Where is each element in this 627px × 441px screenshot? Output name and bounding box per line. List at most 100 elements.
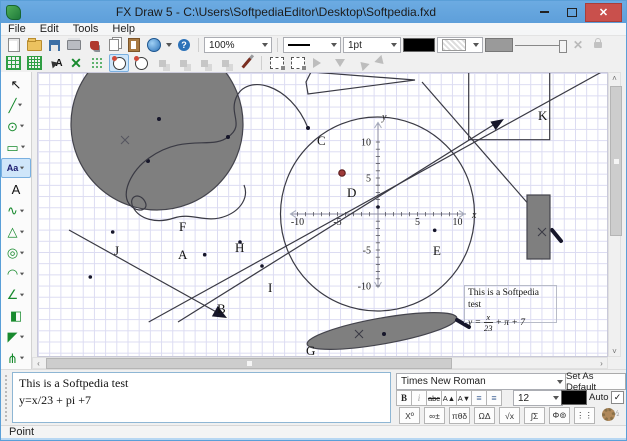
grid-toggle-button[interactable] [4, 55, 22, 71]
gray-ellipse-shape[interactable] [305, 305, 459, 356]
save-button[interactable] [45, 37, 63, 53]
clear-all-button[interactable]: ✕ [67, 55, 85, 71]
auto-size-checkbox[interactable]: ✓ [611, 391, 624, 404]
tool-angle[interactable]: ∠ [1, 285, 31, 305]
web-export-button[interactable] [145, 37, 163, 53]
text-color-swatch[interactable] [561, 390, 587, 405]
scroll-right-button[interactable]: › [596, 358, 607, 368]
drawing-canvas[interactable]: -10 -5 5 10 10 5 -5 -10 x y A B C D E F … [37, 72, 608, 357]
matrix-button[interactable]: ⋮⋮ [574, 407, 595, 424]
point-mode-button-selected[interactable] [109, 54, 129, 72]
vertical-scrollbar[interactable]: ˄ ˅ [608, 72, 622, 357]
tool-equation-text-selected[interactable]: Aa [1, 158, 31, 179]
vertical-scroll-thumb[interactable] [610, 86, 622, 236]
tool-conic[interactable]: ◎ [1, 243, 31, 263]
bold-button[interactable]: B [396, 390, 412, 406]
menu-help[interactable]: Help [105, 23, 142, 35]
format-stamp-button[interactable] [85, 37, 103, 53]
scroll-left-button[interactable]: ‹ [33, 358, 44, 368]
horizontal-scrollbar[interactable]: ‹ › [32, 357, 608, 369]
point-label-d[interactable]: D [347, 185, 356, 200]
zoom-select[interactable]: 100% [204, 37, 272, 53]
menu-tools[interactable]: Tools [66, 23, 106, 35]
font-family-select[interactable]: Times New Roman [396, 373, 567, 390]
set-as-default-button[interactable]: Set As Default [565, 371, 626, 393]
red-point[interactable] [338, 169, 346, 177]
tool-curve[interactable]: ∿ [1, 200, 31, 220]
root-symbol-button[interactable]: √x [499, 407, 520, 424]
paste-button[interactable] [125, 37, 143, 53]
jb-line[interactable] [68, 229, 221, 315]
symbols-button[interactable]: ΩΔ [474, 407, 495, 424]
auto-label-button[interactable]: A [46, 55, 64, 71]
maximize-button[interactable] [558, 3, 585, 22]
point-label-i[interactable]: I [268, 280, 272, 295]
line-end-hook[interactable] [550, 228, 563, 243]
tool-text[interactable]: A [1, 179, 31, 199]
gray-rectangle-shape[interactable] [526, 194, 551, 260]
menu-file[interactable]: File [1, 23, 33, 35]
fill-pattern-select[interactable] [437, 37, 483, 53]
operators-symbol-button[interactable]: ∞± [424, 407, 445, 424]
tool-circle[interactable]: ⊙ [1, 116, 31, 136]
calculus-symbol-button[interactable]: ∫Σ [524, 407, 545, 424]
pen-width-select[interactable]: 1pt [343, 37, 401, 53]
canvas-equation-box[interactable]: This is a Softpedia test y = x 23 + π + … [464, 285, 557, 332]
special-symbol-button[interactable]: Φ⊚ [549, 407, 570, 424]
help-button[interactable]: ? [175, 37, 193, 53]
copy-button[interactable] [105, 37, 123, 53]
point[interactable] [382, 332, 386, 336]
point-label-c[interactable]: C [317, 133, 326, 148]
font-size-select[interactable]: 12 [513, 390, 563, 406]
italic-button[interactable]: i [411, 390, 427, 406]
line-style-select[interactable] [283, 37, 341, 53]
circle-center-point[interactable] [157, 117, 161, 121]
web-export-dropdown[interactable] [165, 37, 173, 53]
line-spacing-button-1[interactable]: ≡ [471, 390, 487, 406]
point[interactable] [260, 264, 264, 268]
point[interactable] [88, 275, 93, 279]
angle-mode-button[interactable] [132, 55, 150, 71]
slider-handle[interactable] [559, 39, 567, 53]
dart-polygon[interactable] [305, 73, 416, 95]
close-button[interactable]: ✕ [585, 2, 622, 22]
equation-text-input[interactable]: This is a Softpedia test y=x/23 + pi +7 [12, 372, 391, 423]
panel-grip[interactable] [4, 374, 9, 421]
tool-dynamic-figure[interactable]: ⋔ [1, 348, 31, 368]
tool-rectangle[interactable]: ▭ [1, 137, 31, 157]
pen-color-swatch[interactable] [403, 38, 435, 52]
point[interactable] [226, 135, 230, 139]
strikethrough-button[interactable]: abc [426, 390, 442, 406]
point[interactable] [376, 205, 380, 209]
scroll-down-button[interactable]: ˅ [609, 346, 620, 356]
point[interactable] [306, 126, 310, 130]
exponent-symbol-button[interactable]: Xº [399, 407, 420, 424]
point[interactable] [202, 252, 207, 257]
new-file-button[interactable] [5, 37, 23, 53]
point-label-e[interactable]: E [433, 243, 441, 258]
horizontal-scroll-thumb[interactable] [46, 357, 452, 369]
point-label-a[interactable]: A [178, 247, 188, 262]
increase-font-button[interactable]: A▲ [441, 390, 457, 406]
select-region-button[interactable] [268, 55, 286, 71]
point-label-f[interactable]: F [179, 219, 186, 234]
point[interactable] [110, 230, 115, 234]
point-label-h[interactable]: H [235, 240, 244, 255]
line-spacing-button-2[interactable]: ≡ [486, 390, 502, 406]
k-rectangle[interactable] [468, 73, 551, 141]
scroll-up-button[interactable]: ˄ [609, 73, 620, 83]
tool-vector[interactable]: ◤ [1, 327, 31, 347]
point-label-b[interactable]: B [217, 301, 226, 316]
settings-button[interactable] [599, 407, 618, 422]
tool-polygon[interactable]: △ [1, 222, 31, 242]
point-label-j[interactable]: J [114, 243, 119, 258]
tool-arc[interactable]: ◠ [1, 264, 31, 284]
tool-fill[interactable]: ◧ [1, 306, 31, 326]
point-label-g[interactable]: G [306, 343, 315, 356]
print-button[interactable] [65, 37, 83, 53]
tool-line[interactable]: ╱ [1, 95, 31, 115]
point-label-k[interactable]: K [538, 108, 548, 123]
decrease-font-button[interactable]: A▼ [456, 390, 472, 406]
fine-grid-button[interactable] [25, 55, 43, 71]
greek-symbol-button[interactable]: πθδ [449, 407, 470, 424]
